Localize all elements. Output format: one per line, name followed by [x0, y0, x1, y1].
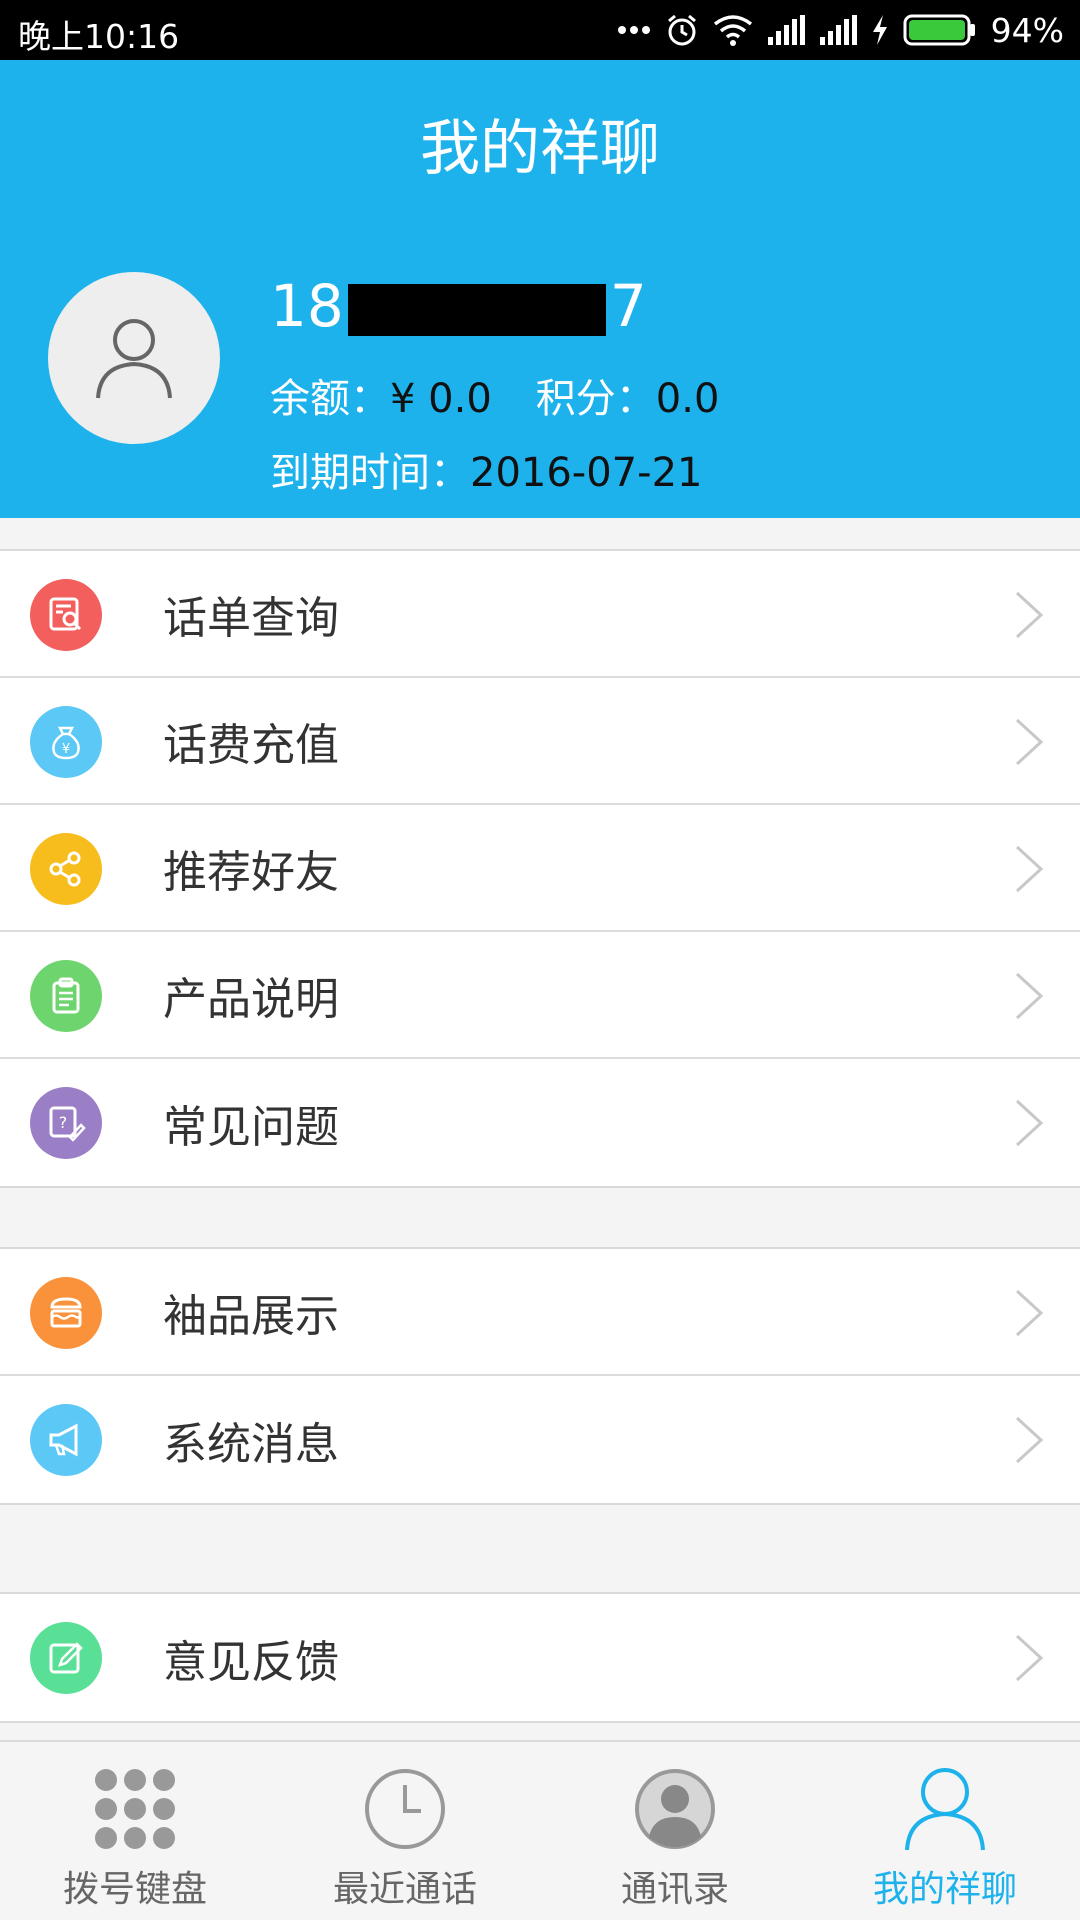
menu-label: 袖品展示 — [163, 1290, 339, 1342]
chevron-right-icon — [1015, 1289, 1044, 1337]
svg-text:?: ? — [59, 1113, 68, 1132]
share-icon — [30, 833, 102, 905]
menu-item-system-messages[interactable]: 系统消息 — [0, 1376, 1080, 1503]
chevron-right-icon — [1015, 972, 1044, 1020]
expire-value: 2016-07-21 — [470, 450, 703, 496]
charging-icon — [872, 15, 887, 45]
menu-item-recommend-friend[interactable]: 推荐好友 — [0, 805, 1080, 932]
bottom-nav: 拨号键盘 最近通话 通讯录 我的祥聊 — [0, 1740, 1080, 1920]
points-value: 0.0 — [655, 376, 720, 422]
balance-label: 余额： — [270, 376, 390, 422]
profile-header: 我的祥聊 18 7 余额：¥ 0.0 积分：0.0 到期时间：2016-07-21 — [0, 60, 1080, 518]
svg-text:¥: ¥ — [62, 742, 70, 757]
tab-recent-calls[interactable]: 最近通话 — [270, 1742, 540, 1920]
menu-label: 话单查询 — [163, 592, 339, 644]
tab-label: 最近通话 — [332, 1869, 477, 1910]
tab-label: 通讯录 — [620, 1869, 729, 1910]
megaphone-icon — [30, 1404, 102, 1476]
menu-label: 话费充值 — [163, 719, 339, 771]
menu-label: 意见反馈 — [163, 1636, 339, 1688]
wifi-icon — [713, 15, 752, 46]
chevron-right-icon — [1015, 1634, 1044, 1682]
chevron-right-icon — [1015, 718, 1044, 766]
status-time: 晚上10:16 — [18, 17, 180, 56]
more-dots-icon — [617, 26, 650, 34]
person-icon — [96, 319, 172, 399]
tab-my-xiangliao[interactable]: 我的祥聊 — [810, 1742, 1080, 1920]
phone-prefix: 18 — [270, 272, 344, 340]
chevron-right-icon — [1015, 1099, 1044, 1147]
points-label: 积分： — [535, 376, 656, 422]
phone-suffix: 7 — [609, 272, 647, 340]
tab-dialpad[interactable]: 拨号键盘 — [0, 1742, 270, 1920]
menu-group-1: 话单查询 ¥ 话费充值 推荐好友 产品说明 ? 常见问题 — [0, 549, 1080, 1188]
menu-label: 系统消息 — [163, 1418, 339, 1470]
tab-contacts[interactable]: 通讯录 — [540, 1742, 810, 1920]
question-edit-icon: ? — [30, 1087, 102, 1159]
money-bag-icon: ¥ — [30, 706, 102, 778]
chevron-right-icon — [1015, 1416, 1044, 1464]
phone-number: 18 7 — [270, 272, 647, 340]
page-title: 我的祥聊 — [420, 114, 660, 184]
avatar[interactable] — [48, 272, 220, 444]
dialpad-icon — [90, 1764, 180, 1854]
redaction-bar — [347, 283, 606, 336]
clipboard-icon — [30, 960, 102, 1032]
status-bar: 晚上10:16 94% — [0, 0, 1080, 60]
alarm-icon — [667, 14, 696, 46]
clock-icon — [360, 1764, 450, 1854]
store-icon — [30, 1277, 102, 1349]
battery-icon — [903, 14, 975, 46]
status-icons: 94% — [617, 8, 1064, 52]
menu-item-faq[interactable]: ? 常见问题 — [0, 1059, 1080, 1186]
contact-icon — [630, 1764, 720, 1854]
chevron-right-icon — [1015, 845, 1044, 893]
battery-percent: 94% — [990, 10, 1064, 50]
balance-value: ¥ 0.0 — [390, 376, 492, 422]
expire-line: 到期时间：2016-07-21 — [270, 440, 702, 498]
balance-points-line: 余额：¥ 0.0 积分：0.0 — [270, 366, 719, 424]
menu-item-bill-query[interactable]: 话单查询 — [0, 551, 1080, 678]
menu-label: 推荐好友 — [163, 846, 339, 898]
expire-label: 到期时间： — [270, 450, 470, 496]
menu-group-3: 意见反馈 — [0, 1592, 1080, 1723]
tab-label: 我的祥聊 — [872, 1869, 1017, 1910]
menu-group-2: 袖品展示 系统消息 — [0, 1247, 1080, 1505]
menu-item-product-info[interactable]: 产品说明 — [0, 932, 1080, 1059]
menu-label: 产品说明 — [163, 973, 339, 1025]
menu-item-feedback[interactable]: 意见反馈 — [0, 1594, 1080, 1721]
chevron-right-icon — [1015, 591, 1044, 639]
menu-label: 常见问题 — [163, 1101, 339, 1153]
menu-item-recharge[interactable]: ¥ 话费充值 — [0, 678, 1080, 805]
bill-search-icon — [30, 579, 102, 651]
tab-label: 拨号键盘 — [62, 1869, 207, 1910]
signal-icon — [819, 15, 857, 45]
menu-item-product-display[interactable]: 袖品展示 — [0, 1249, 1080, 1376]
feedback-edit-icon — [30, 1622, 102, 1694]
signal-icon — [767, 15, 805, 45]
person-icon — [900, 1764, 990, 1854]
